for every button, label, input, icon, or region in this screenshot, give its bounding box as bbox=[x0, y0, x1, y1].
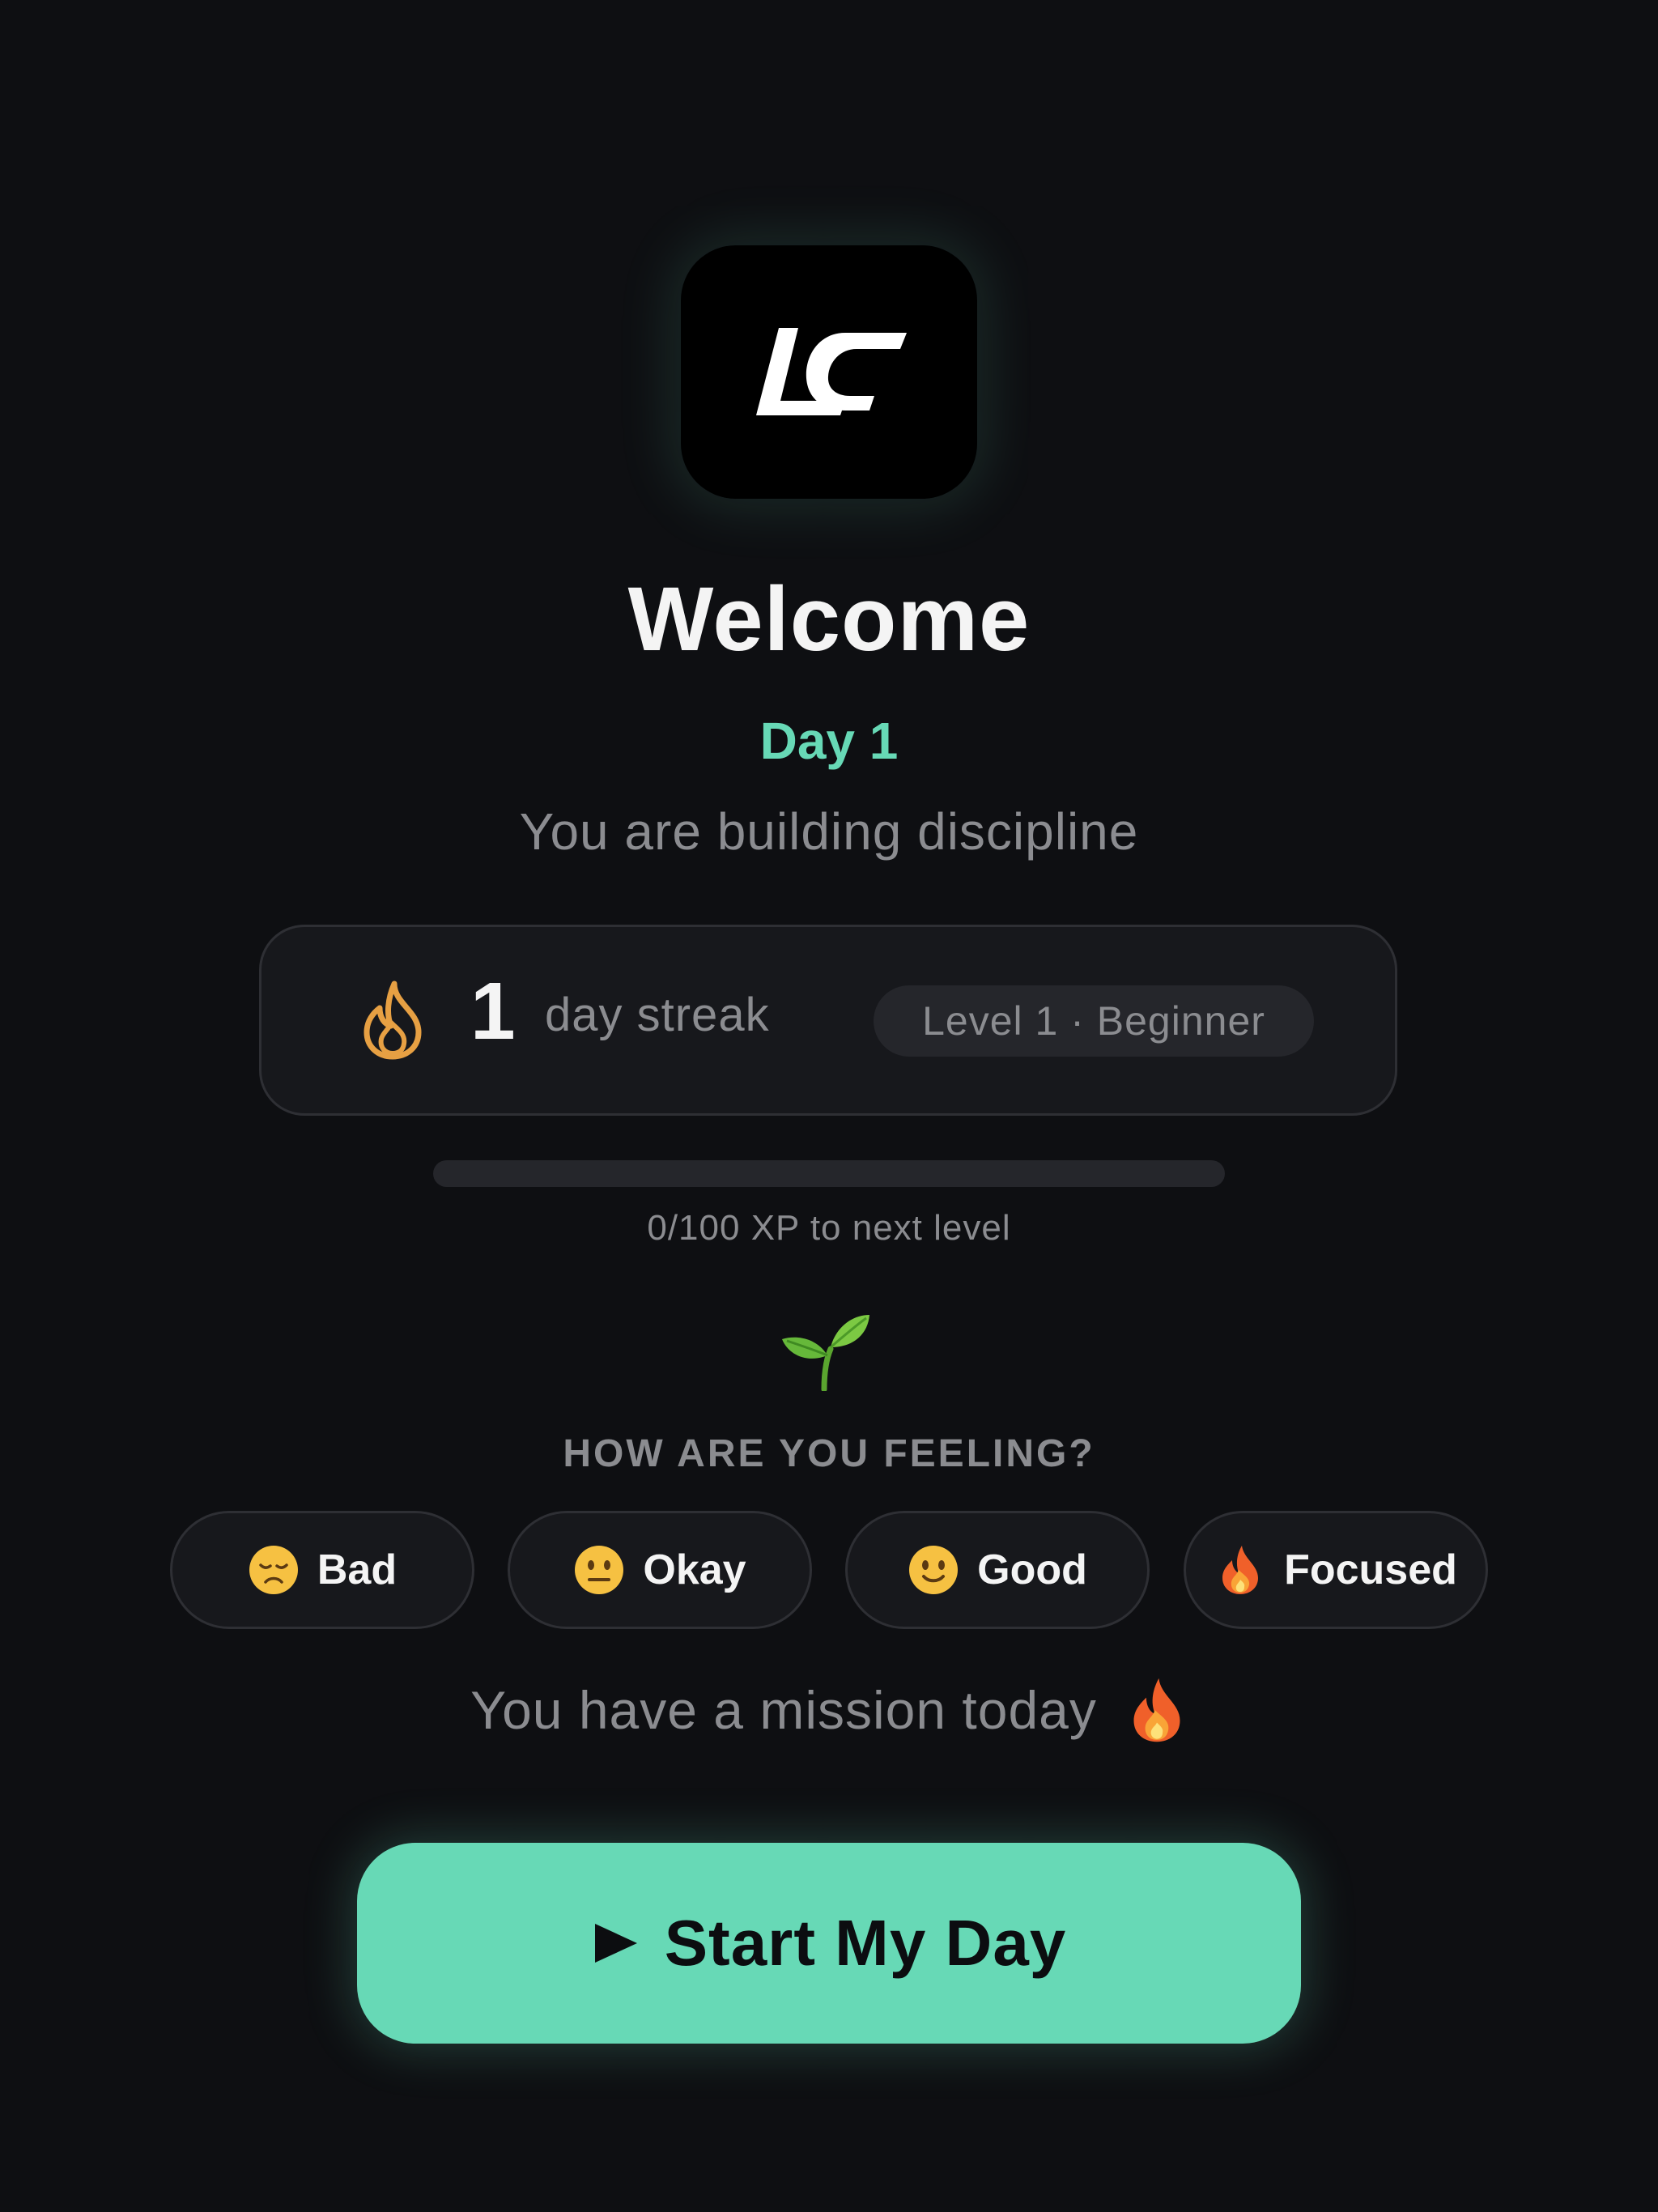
mood-button-focused[interactable]: Focused bbox=[1184, 1511, 1488, 1629]
slight-smile-icon bbox=[909, 1546, 959, 1594]
sprout-icon bbox=[782, 1315, 869, 1391]
mood-button-bad[interactable]: Bad bbox=[170, 1511, 474, 1629]
disappointed-face-icon bbox=[249, 1546, 298, 1594]
mood-label: Okay bbox=[643, 1546, 746, 1593]
mood-label: Focused bbox=[1284, 1546, 1457, 1593]
mood-label: Good bbox=[977, 1546, 1087, 1593]
feeling-heading: HOW ARE YOU FEELING? bbox=[563, 1432, 1095, 1475]
flame-icon bbox=[363, 981, 422, 1060]
level-badge: Level 1 · Beginner bbox=[874, 985, 1314, 1057]
streak-count: 1 bbox=[470, 966, 516, 1057]
neutral-face-icon bbox=[575, 1546, 624, 1594]
mission-text-row: You have a mission today bbox=[0, 1676, 1658, 1744]
day-label: Day 1 bbox=[759, 712, 899, 770]
start-my-day-button[interactable]: Start My Day bbox=[357, 1843, 1301, 2044]
mood-button-okay[interactable]: Okay bbox=[508, 1511, 812, 1629]
welcome-screen: Welcome Day 1 You are building disciplin… bbox=[0, 0, 1658, 2212]
start-button-label: Start My Day bbox=[664, 1907, 1067, 1979]
mood-button-good[interactable]: Good bbox=[845, 1511, 1150, 1629]
fire-icon bbox=[1222, 1546, 1259, 1594]
welcome-title: Welcome bbox=[627, 568, 1031, 670]
fire-icon bbox=[1133, 1678, 1180, 1742]
mood-label: Bad bbox=[317, 1546, 397, 1593]
streak-card: 1 day streak Level 1 · Beginner bbox=[259, 925, 1397, 1116]
xp-text: 0/100 XP to next level bbox=[647, 1208, 1011, 1248]
lc-logo-mark bbox=[756, 327, 907, 415]
app-logo bbox=[681, 245, 977, 499]
play-icon bbox=[594, 1924, 637, 1963]
mission-text: You have a mission today bbox=[470, 1680, 1097, 1740]
streak-label: day streak bbox=[545, 989, 770, 1041]
xp-progress-bar bbox=[433, 1160, 1225, 1187]
subtitle: You are building discipline bbox=[519, 802, 1139, 861]
